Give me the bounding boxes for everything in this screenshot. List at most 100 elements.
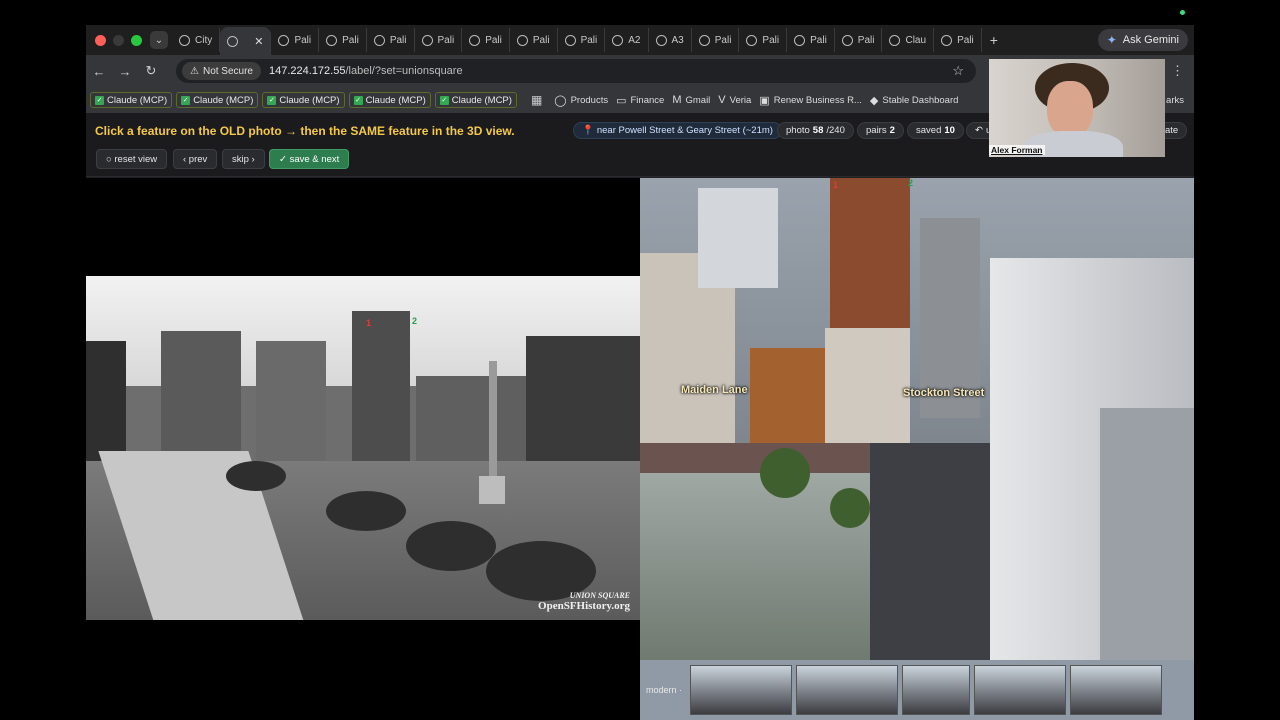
menu-kebab-icon[interactable]: ⋮ — [1171, 63, 1184, 79]
browser-tab[interactable]: Pali — [367, 28, 415, 52]
browser-tab[interactable]: Pali — [510, 28, 558, 52]
browser-tab[interactable]: Pali — [558, 28, 606, 52]
bookmark-label: Veria — [729, 94, 752, 106]
bookmark-star-icon[interactable]: ☆ — [952, 63, 964, 79]
tab-search-chevron-icon[interactable]: ⌄ — [150, 31, 168, 49]
new-tab-button[interactable]: + — [990, 32, 998, 48]
3d-view[interactable]: 1 2 Maiden Lane Stockton Street modern · — [640, 178, 1194, 720]
folder-icon: ▭ — [616, 94, 627, 107]
browser-tab[interactable]: Pali — [692, 28, 740, 52]
tab-label: Pali — [762, 34, 780, 46]
tab-label: Pali — [714, 34, 732, 46]
ask-gemini-button[interactable]: ✦ Ask Gemini — [1097, 29, 1188, 51]
modern-label: modern · — [646, 685, 683, 695]
tab-label: Pali — [532, 34, 550, 46]
browser-tab[interactable]: ✕ — [220, 27, 272, 55]
tab-label: Pali — [294, 34, 312, 46]
globe-icon — [326, 34, 338, 46]
bookmark-label: Products — [570, 94, 609, 106]
globe-icon — [227, 35, 239, 47]
globe-icon — [746, 34, 758, 46]
3d-marker-2[interactable]: 2 — [908, 178, 913, 188]
bookmark-item[interactable]: ◆ Stable Dashboard — [870, 94, 959, 107]
pairs-value: 2 — [889, 125, 895, 136]
prev-button[interactable]: ‹ prev — [173, 149, 218, 169]
undo-icon: ↶ — [975, 125, 983, 136]
bookmark-claude-mcp[interactable]: ✓ Claude (MCP) — [348, 92, 431, 108]
thumbnail[interactable] — [902, 665, 971, 715]
old-tower — [352, 311, 410, 461]
browser-tab[interactable]: Clau — [882, 28, 935, 52]
thumbnail[interactable] — [796, 665, 899, 715]
browser-tab[interactable]: A3 — [649, 28, 692, 52]
reset-view-button[interactable]: ○ reset view — [96, 149, 168, 169]
bookmark-item[interactable]: ▭ Finance — [616, 94, 664, 107]
instruction-text: Click a feature on the OLD photo → then … — [95, 124, 515, 138]
bookmark-item[interactable]: ◯ Products — [554, 94, 608, 107]
pairs-counter: pairs 2 — [857, 122, 904, 139]
bookmark-claude-mcp[interactable]: ✓ Claude (MCP) — [434, 92, 517, 108]
browser-tab[interactable]: Pali — [835, 28, 883, 52]
not-secure-badge[interactable]: ⚠ Not Secure — [182, 62, 261, 80]
old-building — [161, 331, 241, 461]
globe-icon — [698, 34, 710, 46]
ask-gemini-label: Ask Gemini — [1122, 34, 1179, 46]
skip-button[interactable]: skip › — [222, 149, 265, 169]
apps-grid-icon[interactable]: ▦ — [531, 93, 542, 107]
tab-label: Pali — [957, 34, 974, 46]
bookmark-claude-mcp[interactable]: ✓ Claude (MCP) — [262, 92, 345, 108]
watermark-title: OpenSFHistory.org — [538, 600, 630, 612]
maximize-window-button[interactable] — [131, 34, 142, 46]
thumbnail[interactable] — [690, 665, 793, 715]
checkbox-icon: ✓ — [95, 95, 104, 105]
close-window-button[interactable] — [95, 34, 106, 46]
all-bookmarks-label[interactable]: arks — [1166, 95, 1184, 106]
watermark-caption: UNION SQUARE — [569, 591, 630, 600]
globe-icon — [612, 34, 624, 46]
reload-icon[interactable]: ↻ — [138, 63, 164, 79]
location-text: near Powell Street & Geary Street (~21m) — [596, 125, 773, 136]
watermark: UNION SQUARE OpenSFHistory.org — [538, 591, 630, 612]
tab-label: Pali — [342, 34, 359, 46]
marker-2[interactable]: 2 — [412, 316, 417, 326]
back-icon[interactable]: ← — [86, 64, 112, 79]
browser-tab[interactable]: City — [172, 28, 221, 52]
browser-tab[interactable]: Pali — [934, 28, 982, 52]
old-photo[interactable]: 1 2 UNION SQUARE OpenSFHistory.org — [86, 276, 640, 620]
browser-tab[interactable]: Pali — [415, 28, 463, 52]
tab-strip: ⌄ City ✕ Pali Pali Pali Pali Pali Pali Pali A2 A3 P… — [86, 25, 1194, 55]
globe-icon — [564, 34, 576, 46]
screen: ⌄ City ✕ Pali Pali Pali Pali Pali Pali Pali A2 A3 P… — [0, 0, 1280, 720]
3d-macys-facade — [1100, 408, 1194, 660]
saved-label: saved — [916, 125, 942, 136]
old-building-right — [526, 336, 640, 476]
browser-tab[interactable]: Pali — [787, 28, 835, 52]
thumbnail[interactable] — [974, 665, 1067, 715]
close-tab-icon[interactable]: ✕ — [254, 35, 263, 48]
address-bar[interactable]: ⚠ Not Secure 147.224.172.55/label/?set=u… — [176, 59, 976, 83]
browser-tab[interactable]: A2 — [605, 28, 649, 52]
bookmark-item[interactable]: M Gmail — [672, 94, 710, 107]
browser-tab[interactable]: Pali — [462, 28, 510, 52]
bookmark-label: Claude (MCP) — [279, 94, 340, 106]
browser-tab[interactable]: Pali — [739, 28, 788, 52]
forward-icon[interactable]: → — [112, 64, 138, 79]
3d-marker-1[interactable]: 1 — [833, 180, 838, 190]
bookmark-claude-mcp[interactable]: ✓ Claude (MCP) — [176, 92, 259, 108]
old-building — [416, 376, 526, 466]
thumbnail[interactable] — [1070, 665, 1163, 715]
browser-tab[interactable]: Pali — [319, 28, 367, 52]
marker-1[interactable]: 1 — [366, 318, 371, 328]
bookmark-item[interactable]: V Veria — [718, 94, 751, 107]
browser-tab[interactable]: Pali — [271, 28, 320, 52]
save-next-button[interactable]: ✓ save & next — [269, 149, 350, 169]
bookmark-label: Claude (MCP) — [193, 94, 254, 106]
recording-indicator — [1180, 10, 1185, 15]
bookmark-item[interactable]: ▣ Renew Business R... — [759, 94, 862, 107]
palm-tree — [326, 491, 406, 531]
doc-icon: ▣ — [759, 94, 770, 107]
3d-road — [870, 443, 990, 660]
minimize-window-button[interactable] — [113, 34, 124, 46]
url-host: 147.224.172.55 — [269, 65, 346, 77]
bookmark-claude-mcp[interactable]: ✓ Claude (MCP) — [90, 92, 173, 108]
